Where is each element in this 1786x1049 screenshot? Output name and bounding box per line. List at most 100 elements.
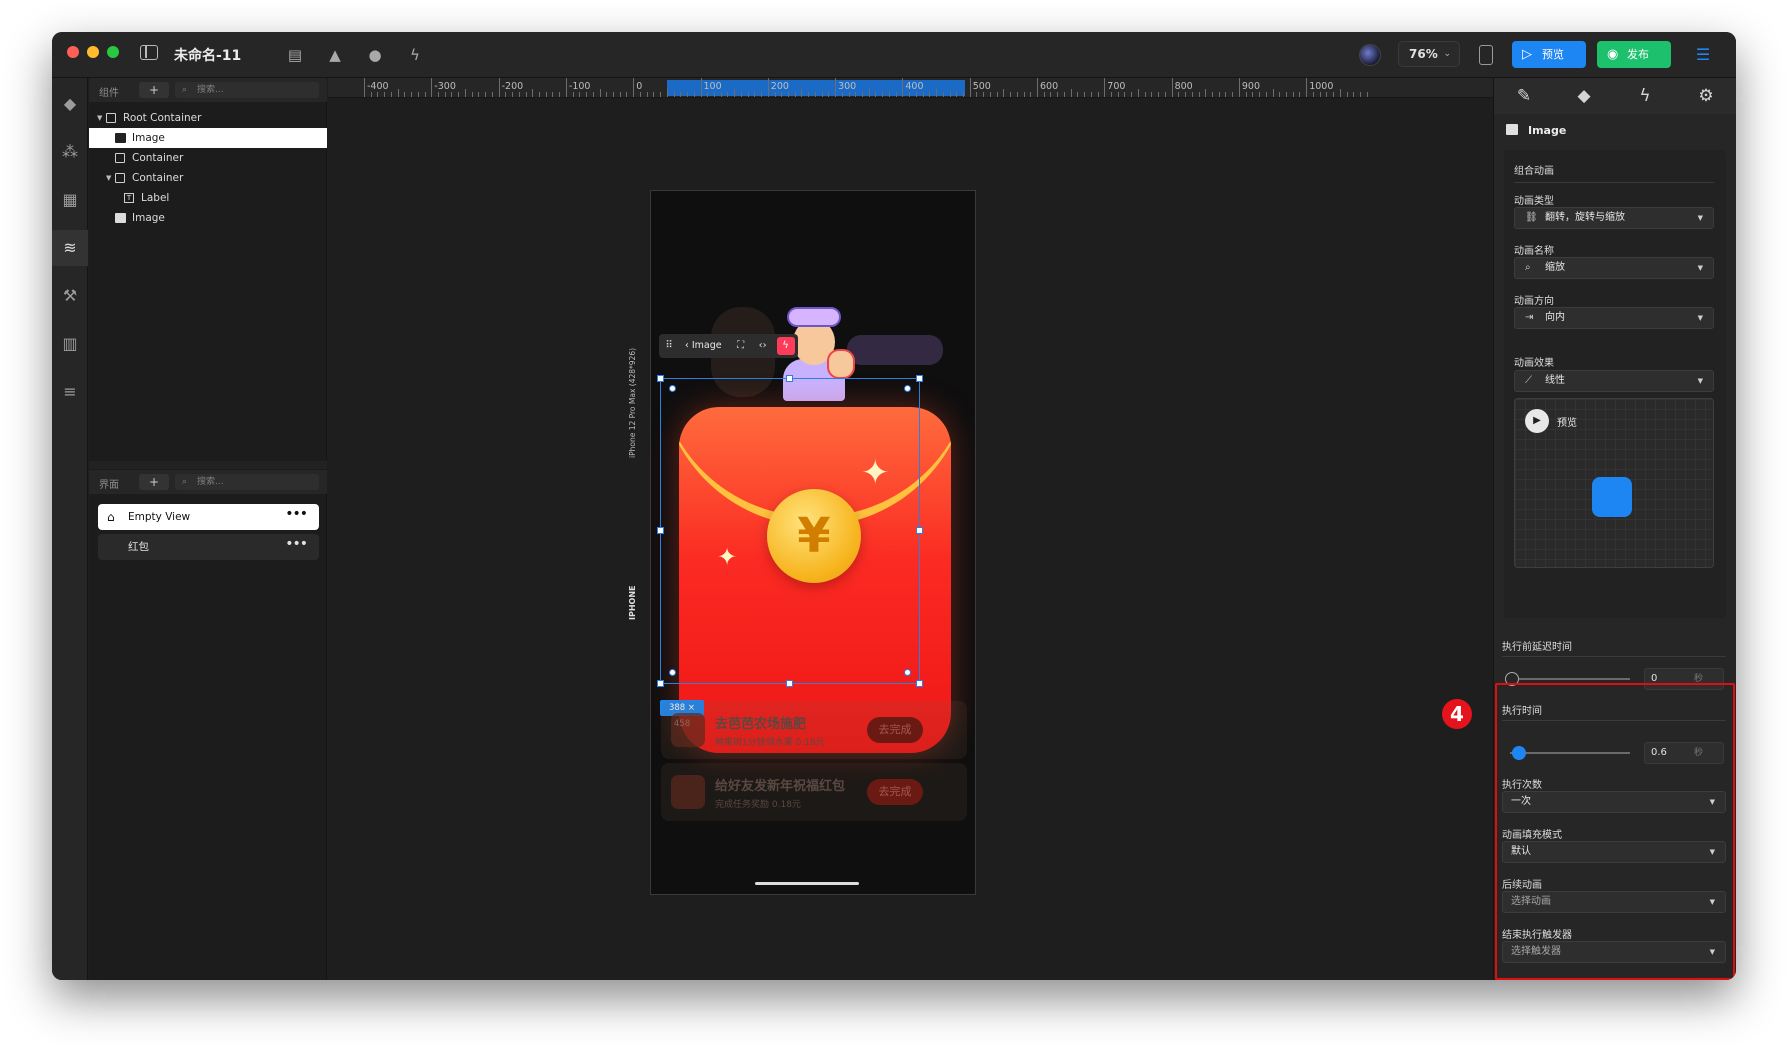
more-icon[interactable]: ••• bbox=[285, 501, 308, 527]
screens-search-input[interactable]: ⌕ 搜索... bbox=[175, 474, 319, 490]
device-frame[interactable]: ¥ ✦ ✦ ⠿ ‹ Image ⛶ ‹› ϟ 388 × 458 bbox=[650, 190, 976, 895]
ruler-tick bbox=[1104, 78, 1106, 97]
components-icon[interactable]: ⁂ bbox=[52, 134, 88, 170]
animation-name-select[interactable]: ⌕ 缩放 ▼ bbox=[1514, 257, 1714, 279]
resize-handle[interactable] bbox=[916, 680, 923, 687]
canvas[interactable]: -400 -300 -200 -100 0 100 200 300 400 500 600 700 80… bbox=[328, 78, 1518, 980]
ruler-minor-tick bbox=[1232, 92, 1234, 97]
parent-select-button[interactable]: ‹ Image bbox=[679, 334, 730, 358]
bolt-icon[interactable]: ϟ bbox=[1615, 78, 1675, 114]
components-search-input[interactable]: ⌕ 搜索... bbox=[175, 82, 319, 98]
ruler-minor-tick bbox=[949, 92, 951, 97]
panel-divider[interactable] bbox=[89, 461, 327, 469]
delay-slider[interactable] bbox=[1510, 678, 1630, 680]
cube-icon[interactable]: ◆ bbox=[52, 86, 88, 122]
duration-slider-knob[interactable] bbox=[1512, 746, 1527, 760]
animation-type-select[interactable]: ⛓ 翻转，旋转与缩放 ▼ bbox=[1514, 207, 1714, 229]
play-icon: ▷ bbox=[1522, 47, 1532, 62]
grid-icon[interactable]: ▦ bbox=[52, 182, 88, 218]
document-title[interactable]: 未命名-11 bbox=[174, 45, 241, 65]
tree-item-root-container[interactable]: ▼ Root Container bbox=[89, 108, 327, 128]
duration-input[interactable]: 0.6 秒 bbox=[1644, 742, 1724, 764]
list-icon[interactable]: ≡ bbox=[52, 374, 88, 410]
device-icon[interactable] bbox=[1479, 45, 1493, 65]
next-animation-select[interactable]: 选择动画 ▼ bbox=[1502, 891, 1726, 913]
screen-item-empty-view[interactable]: ⌂ Empty View ••• bbox=[98, 504, 319, 530]
ruler-minor-tick bbox=[1211, 92, 1213, 97]
resize-handle[interactable] bbox=[916, 527, 923, 534]
ruler-minor-tick bbox=[532, 89, 534, 97]
zoom-select[interactable]: 76% ⌄ bbox=[1398, 41, 1460, 67]
caret-down-icon[interactable]: ▼ bbox=[106, 168, 111, 188]
user-avatar[interactable] bbox=[1359, 44, 1381, 66]
sliders-icon[interactable]: ☰ bbox=[1692, 44, 1714, 66]
caret-down-icon[interactable]: ▼ bbox=[97, 108, 102, 128]
tree-item-label-node[interactable]: T Label bbox=[89, 188, 327, 208]
animation-effect-select[interactable]: ⟋ 线性 ▼ bbox=[1514, 370, 1714, 392]
resize-handle[interactable] bbox=[916, 375, 923, 382]
ruler-minor-tick bbox=[1353, 92, 1355, 97]
task-subtitle: 完成任务奖励 0.18元 bbox=[715, 797, 801, 810]
radius-handle[interactable] bbox=[904, 669, 911, 676]
inspector-title-text: Image bbox=[1528, 124, 1567, 137]
drag-grip-icon[interactable]: ⠿ bbox=[659, 334, 679, 358]
radius-handle[interactable] bbox=[904, 385, 911, 392]
resize-handle[interactable] bbox=[657, 375, 664, 382]
bolt-icon[interactable]: ϟ bbox=[404, 44, 426, 66]
close-window-button[interactable] bbox=[67, 46, 79, 58]
ruler-minor-tick bbox=[996, 92, 998, 97]
publish-button[interactable]: ◉ 发布 bbox=[1597, 41, 1671, 68]
ruler-minor-tick bbox=[579, 92, 581, 97]
ruler-minor-tick bbox=[491, 92, 493, 97]
animation-direction-select[interactable]: ⇥ 向内 ▼ bbox=[1514, 307, 1714, 329]
resize-handle[interactable] bbox=[786, 680, 793, 687]
animation-effect-value: 线性 bbox=[1545, 375, 1565, 386]
shapes-icon[interactable]: ● bbox=[364, 44, 386, 66]
tree-item-image[interactable]: Image bbox=[89, 208, 327, 228]
code-icon[interactable]: ‹› bbox=[752, 334, 774, 358]
screen-item-hongbao[interactable]: 红包 ••• bbox=[98, 534, 319, 560]
triangle-icon[interactable]: ▲ bbox=[324, 44, 346, 66]
radius-handle[interactable] bbox=[669, 669, 676, 676]
resize-handle[interactable] bbox=[657, 680, 664, 687]
resize-handle[interactable] bbox=[657, 527, 664, 534]
pages-icon[interactable]: ▥ bbox=[52, 326, 88, 362]
bolt-icon[interactable]: ϟ bbox=[776, 337, 795, 355]
more-icon[interactable]: ••• bbox=[285, 531, 308, 557]
delay-input[interactable]: 0 秒 bbox=[1644, 668, 1724, 690]
fill-mode-select[interactable]: 默认 ▼ bbox=[1502, 841, 1726, 863]
tree-item-container[interactable]: Container bbox=[89, 148, 327, 168]
title-bar: 未命名-11 ▤ ▲ ● ϟ 76% ⌄ ▷ 预览 ◉ 发布 ☰ bbox=[52, 32, 1736, 78]
add-screen-button[interactable]: + bbox=[139, 474, 169, 490]
sidebar-toggle-icon[interactable] bbox=[140, 45, 158, 60]
document-icon[interactable]: ▤ bbox=[284, 44, 306, 66]
ruler-minor-tick bbox=[1010, 92, 1012, 97]
fit-icon[interactable]: ⛶ bbox=[730, 334, 752, 358]
selection-frame[interactable] bbox=[660, 378, 920, 684]
duration-slider[interactable] bbox=[1510, 752, 1630, 754]
minimize-window-button[interactable] bbox=[87, 46, 99, 58]
ruler-tick bbox=[1171, 78, 1173, 97]
radius-handle[interactable] bbox=[669, 385, 676, 392]
diamond-icon[interactable]: ◆ bbox=[1554, 78, 1614, 114]
left-rail: ◆ ⁂ ▦ ≋ ⚒ ▥ ≡ bbox=[52, 78, 88, 980]
hammer-icon[interactable]: ⚒ bbox=[52, 278, 88, 314]
play-icon[interactable]: ▶ bbox=[1525, 409, 1549, 433]
inspector-panel: ✎ ◆ ϟ ⚙ Image 组合动画 动画类型 ⛓ 翻转，旋转与缩放 ▼ 动画名… bbox=[1493, 78, 1736, 980]
tree-item-image[interactable]: Image bbox=[89, 128, 327, 148]
repeat-select[interactable]: 一次 ▼ bbox=[1502, 791, 1726, 813]
ruler-minor-tick bbox=[606, 92, 608, 97]
preview-button[interactable]: ▷ 预览 bbox=[1512, 41, 1586, 68]
delay-slider-knob[interactable] bbox=[1505, 672, 1519, 686]
layers-icon[interactable]: ≋ bbox=[52, 230, 88, 266]
ruler-minor-tick bbox=[1292, 92, 1294, 97]
component-icon[interactable]: ⚙ bbox=[1676, 78, 1736, 114]
ruler-minor-tick bbox=[787, 92, 789, 97]
tree-item-container[interactable]: ▼ Container bbox=[89, 168, 327, 188]
add-component-button[interactable]: + bbox=[139, 82, 169, 98]
ruler-minor-tick bbox=[801, 89, 803, 97]
brush-icon[interactable]: ✎ bbox=[1494, 78, 1554, 114]
zoom-window-button[interactable] bbox=[107, 46, 119, 58]
resize-handle[interactable] bbox=[786, 375, 793, 382]
end-trigger-select[interactable]: 选择触发器 ▼ bbox=[1502, 941, 1726, 963]
